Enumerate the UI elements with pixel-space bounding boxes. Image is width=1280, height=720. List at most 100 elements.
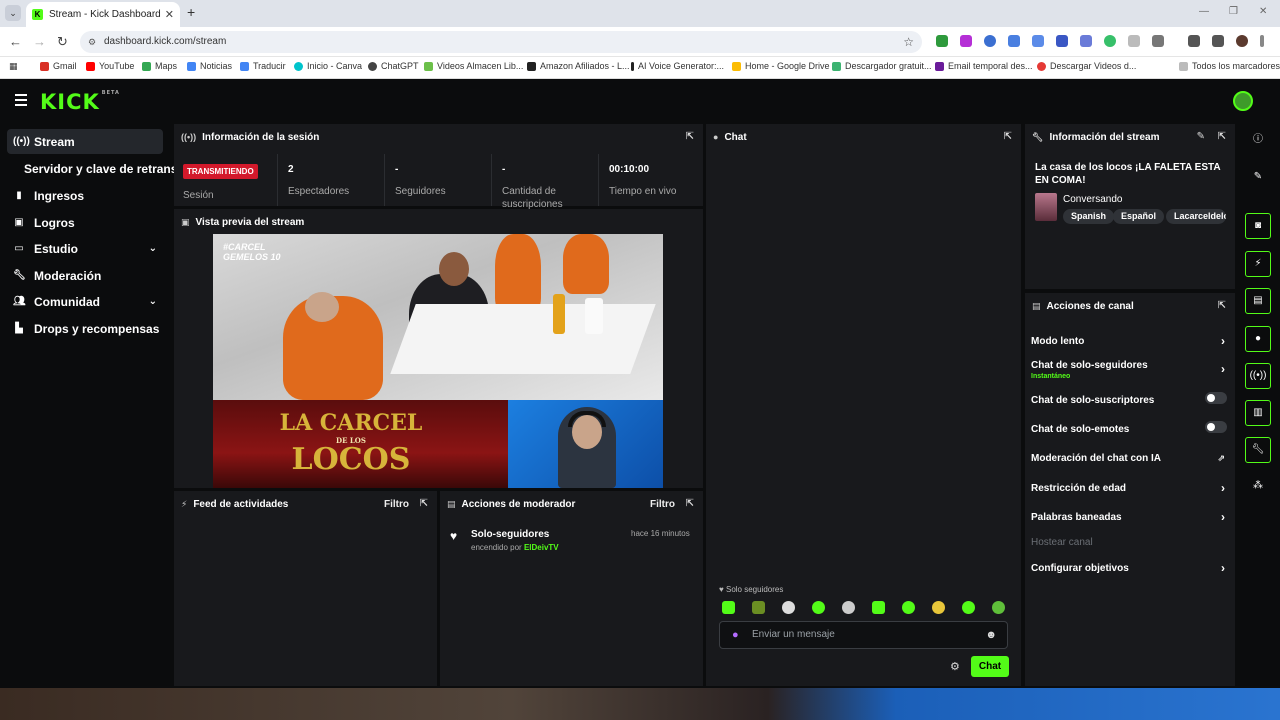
stream-tag[interactable]: Lacarceldelo — [1166, 209, 1226, 224]
emote-icon[interactable] — [902, 601, 915, 614]
subs-only-toggle[interactable] — [1205, 392, 1227, 404]
sidebar-item-comunidad[interactable]: 👥︎ Comunidad ⌄ — [7, 289, 163, 314]
action-age-restriction[interactable]: Restricción de edad › — [1031, 481, 1227, 495]
bookmark-translate[interactable]: Traducir — [240, 61, 286, 71]
extension-shield-icon[interactable] — [1104, 35, 1116, 47]
sidebar-item-server-key[interactable]: Servidor y clave de retransm — [18, 156, 178, 181]
maximize-icon[interactable]: ❐ — [1229, 6, 1238, 17]
extension-sound-icon[interactable] — [1008, 35, 1020, 47]
emote-icon[interactable] — [932, 601, 945, 614]
emote-icon[interactable] — [782, 601, 795, 614]
wrench-icon[interactable]: 🔧︎ — [1245, 437, 1271, 463]
expand-icon[interactable]: ⇱ — [686, 131, 694, 142]
url-field[interactable]: ⚙ dashboard.kick.com/stream ☆ — [80, 31, 922, 53]
bookmark-videos[interactable]: Videos Almacen Lib... — [424, 61, 523, 71]
stream-tag[interactable]: Spanish — [1063, 209, 1115, 224]
extension-download-icon[interactable] — [936, 35, 948, 47]
action-goals[interactable]: Configurar objetivos › — [1031, 561, 1227, 575]
edit-pencil-icon[interactable]: ✎ — [1197, 131, 1205, 142]
action-emotes-only[interactable]: Chat de solo-emotes — [1031, 421, 1227, 435]
expand-icon[interactable]: ⇱ — [1218, 300, 1226, 311]
filter-button[interactable]: Filtro — [650, 499, 675, 510]
forward-icon[interactable]: → — [33, 34, 46, 49]
broadcast-icon[interactable]: ((•)) — [1245, 363, 1271, 389]
bookmark-gmail[interactable]: Gmail — [40, 61, 77, 71]
layers-icon[interactable]: ▥ — [1245, 400, 1271, 426]
menu-icon[interactable] — [15, 94, 27, 109]
bookmark-download-videos[interactable]: Descargar Videos d... — [1037, 61, 1136, 71]
downloads-icon[interactable] — [1188, 35, 1200, 47]
extensions-icon[interactable] — [1152, 35, 1164, 47]
extension-translate-icon[interactable] — [1032, 35, 1044, 47]
extension-puzzle-icon[interactable] — [960, 35, 972, 47]
info-icon[interactable]: ⓘ — [1245, 128, 1271, 154]
emote-icon[interactable] — [992, 601, 1005, 614]
sidebar-item-estudio[interactable]: ▭ Estudio ⌄ — [7, 236, 163, 261]
chat-send-button[interactable]: Chat — [971, 656, 1009, 677]
bookmark-temp-mail[interactable]: Email temporal des... — [935, 61, 1033, 71]
emotes-only-toggle[interactable] — [1205, 421, 1227, 433]
camera-focus-icon[interactable]: ◙ — [1245, 213, 1271, 239]
sidebar-item-moderacion[interactable]: 🔧︎ Moderación — [7, 263, 163, 288]
expand-icon[interactable]: ⇱ — [686, 498, 694, 509]
bookmark-downloader[interactable]: Descargador gratuit... — [832, 61, 932, 71]
site-info-icon[interactable]: ⚙ — [88, 31, 96, 53]
profile-icon[interactable] — [1236, 35, 1248, 47]
mod-action-user[interactable]: ElDeivTV — [524, 543, 559, 552]
action-followers-only[interactable]: Chat de solo-seguidores Instantáneo › — [1031, 360, 1227, 380]
expand-icon[interactable]: ⇱ — [1004, 131, 1012, 142]
menu-dots-icon[interactable] — [1260, 35, 1264, 47]
bookmark-maps[interactable]: Maps — [142, 61, 177, 71]
emote-icon[interactable] — [722, 601, 735, 614]
microphone-icon[interactable]: ● — [732, 622, 739, 648]
kick-logo[interactable]: KICK BETA — [40, 90, 120, 114]
extension-misc-icon[interactable] — [1128, 35, 1140, 47]
browser-tab[interactable]: K Stream - Kick Dashboard ✕ — [26, 2, 180, 27]
bookmark-all[interactable]: Todos los marcadores — [1179, 61, 1280, 71]
stream-tag[interactable]: Español — [1113, 209, 1165, 224]
bookmark-amazon[interactable]: Amazon Afiliados - L... — [527, 61, 630, 71]
chevron-down-icon[interactable]: ⌄ — [149, 243, 157, 254]
action-subs-only[interactable]: Chat de solo-suscriptores — [1031, 392, 1227, 406]
back-icon[interactable]: ← — [9, 34, 22, 49]
gear-icon[interactable]: ⚙ — [950, 660, 960, 673]
sidebar-item-stream[interactable]: ((•)) Stream — [7, 129, 163, 154]
action-ai-moderation[interactable]: Moderación del chat con IA ⇗ — [1031, 453, 1227, 464]
close-window-icon[interactable]: ✕ — [1259, 6, 1267, 17]
tab-list-chevron-icon[interactable]: ⌄ — [5, 5, 21, 21]
bookmark-chatgpt[interactable]: ChatGPT — [368, 61, 419, 71]
close-tab-icon[interactable]: ✕ — [165, 8, 174, 21]
bookmark-drive[interactable]: Home - Google Drive — [732, 61, 830, 71]
expand-icon[interactable]: ⇱ — [420, 498, 428, 509]
new-tab-icon[interactable]: + — [187, 4, 195, 20]
apps-grid-icon[interactable]: ▦ — [9, 61, 18, 72]
extension-vpn-icon[interactable] — [1080, 35, 1092, 47]
extension-mail-icon[interactable] — [1056, 35, 1068, 47]
action-banned-words[interactable]: Palabras baneadas › — [1031, 510, 1227, 524]
bookmark-canva[interactable]: Inicio - Canva — [294, 61, 362, 71]
filter-button[interactable]: Filtro — [384, 499, 409, 510]
document-icon[interactable]: ▤ — [1245, 288, 1271, 314]
tab-search-icon[interactable] — [1212, 35, 1224, 47]
add-widget-icon[interactable]: ⁂ — [1245, 474, 1271, 500]
chat-message-input[interactable]: ● Enviar un mensaje ☻ — [719, 621, 1008, 649]
emote-icon[interactable] — [872, 601, 885, 614]
user-avatar[interactable] — [1233, 91, 1253, 111]
chevron-down-icon[interactable]: ⌄ — [149, 296, 157, 307]
reload-icon[interactable]: ↻ — [57, 34, 68, 50]
emote-icon[interactable] — [842, 601, 855, 614]
emote-icon[interactable] — [962, 601, 975, 614]
stream-video-preview[interactable]: #CARCEL GEMELOS 10 LA CARCEL DE LOS LOCO… — [213, 234, 663, 488]
sidebar-item-logros[interactable]: ▣ Logros — [7, 210, 163, 235]
lightning-icon[interactable]: ⚡︎ — [1245, 251, 1271, 277]
action-slow-mode[interactable]: Modo lento › — [1031, 334, 1227, 348]
bookmark-star-icon[interactable]: ☆ — [903, 31, 914, 53]
bookmark-youtube[interactable]: YouTube — [86, 61, 134, 71]
bookmark-news[interactable]: Noticias — [187, 61, 232, 71]
sidebar-item-ingresos[interactable]: ▮ Ingresos — [7, 183, 163, 208]
bookmark-ai-voice[interactable]: AI Voice Generator:... — [631, 61, 724, 71]
minimize-icon[interactable]: — — [1199, 6, 1209, 17]
extension-blue-icon[interactable] — [984, 35, 996, 47]
sidebar-item-drops[interactable]: ▙ Drops y recompensas — [7, 316, 163, 341]
chat-bubble-icon[interactable]: ● — [1245, 326, 1271, 352]
